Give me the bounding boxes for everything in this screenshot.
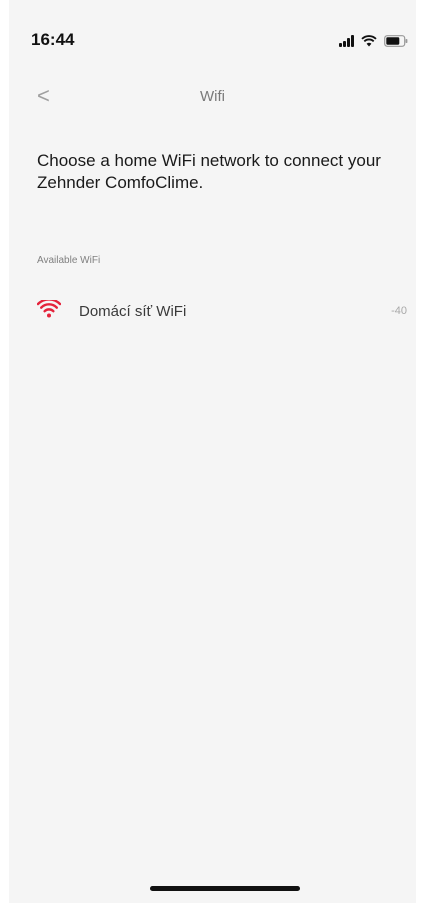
home-indicator xyxy=(150,886,300,891)
wifi-status-icon xyxy=(361,35,377,47)
section-header: Available WiFi xyxy=(37,255,101,266)
status-bar: 16:44 xyxy=(9,0,416,70)
cellular-signal-icon xyxy=(339,35,354,47)
status-time: 16:44 xyxy=(31,30,75,49)
status-icons xyxy=(339,33,408,47)
wifi-icon xyxy=(37,300,61,318)
wifi-signal-strength: -40 xyxy=(391,305,407,317)
wifi-network-name: Domácí síť WiFi xyxy=(79,303,187,320)
page-title: Wifi xyxy=(200,88,225,105)
wifi-network-item[interactable]: Domácí síť WiFi -40 xyxy=(37,295,407,329)
battery-icon xyxy=(384,35,408,47)
instruction-text: Choose a home WiFi network to connect yo… xyxy=(37,151,381,192)
app-screen: 16:44 < Wifi Choose a home WiFi network … xyxy=(9,0,416,903)
navigation-bar: < Wifi xyxy=(9,80,416,116)
